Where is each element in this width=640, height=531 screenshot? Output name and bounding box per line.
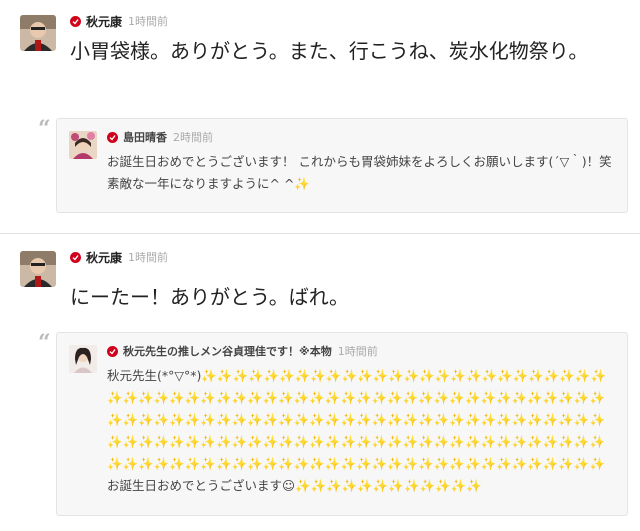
verified-check-icon bbox=[107, 345, 118, 357]
post-text: 小胃袋様。ありがとう。また、行こうね、炭水化物祭り。 bbox=[70, 39, 589, 63]
quoted-post[interactable]: 島田晴香 2時間前 お誕生日おめでとうございます！ これからも胃袋姉妹をよろしく… bbox=[56, 118, 628, 213]
author-name[interactable]: 秋元康 bbox=[86, 13, 122, 30]
verified-check-icon bbox=[70, 15, 81, 27]
quoted-text: お誕生日おめでとうございます！ これからも胃袋姉妹をよろしくお願いします(´▽｀… bbox=[107, 154, 612, 191]
avatar[interactable] bbox=[20, 251, 56, 287]
avatar[interactable] bbox=[69, 345, 97, 373]
quoted-post[interactable]: 秋元先生の推しメン谷貞理佳です！※本物 1時間前 秋元先生(*°▽°*)✨✨✨✨… bbox=[56, 332, 628, 516]
post-card: 秋元康 1時間前 小胃袋様。ありがとう。また、行こうね、炭水化物祭り。 “ 島田… bbox=[0, 0, 640, 226]
quote-mark-icon: “ bbox=[38, 116, 51, 142]
post-divider bbox=[0, 233, 640, 234]
author-name[interactable]: 秋元康 bbox=[86, 249, 122, 266]
avatar[interactable] bbox=[20, 15, 56, 51]
post-time[interactable]: 1時間前 bbox=[128, 13, 168, 29]
verified-check-icon bbox=[70, 251, 81, 263]
avatar[interactable] bbox=[69, 131, 97, 159]
post-meta: 秋元康 1時間前 bbox=[70, 248, 168, 266]
quoted-time[interactable]: 2時間前 bbox=[173, 129, 213, 145]
post-time[interactable]: 1時間前 bbox=[128, 249, 168, 265]
quoted-author-name[interactable]: 秋元先生の推しメン谷貞理佳です！※本物 bbox=[123, 343, 332, 359]
quoted-meta: 秋元先生の推しメン谷貞理佳です！※本物 1時間前 bbox=[107, 343, 378, 359]
quoted-meta: 島田晴香 2時間前 bbox=[107, 129, 213, 145]
verified-check-icon bbox=[107, 131, 118, 143]
quoted-time[interactable]: 1時間前 bbox=[338, 343, 378, 359]
quoted-text: 秋元先生(*°▽°*)✨✨✨✨✨✨✨✨✨✨✨✨✨✨✨✨✨✨✨✨✨✨✨✨✨✨✨✨✨… bbox=[107, 368, 607, 493]
post-text: にーたー！ありがとう。ばれ。 bbox=[70, 285, 349, 309]
post-meta: 秋元康 1時間前 bbox=[70, 12, 168, 30]
quote-mark-icon: “ bbox=[38, 330, 51, 356]
post-card: 秋元康 1時間前 にーたー！ありがとう。ばれ。 “ 秋元先生の推しメン谷貞理佳で… bbox=[0, 236, 640, 531]
quoted-author-name[interactable]: 島田晴香 bbox=[123, 129, 167, 145]
